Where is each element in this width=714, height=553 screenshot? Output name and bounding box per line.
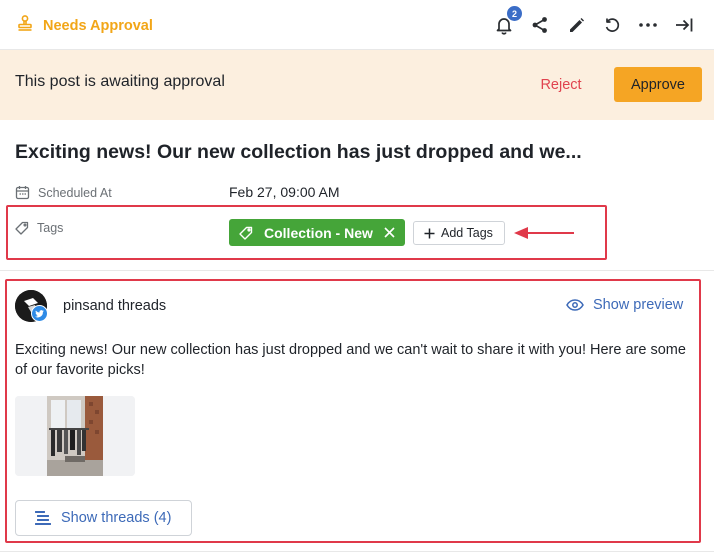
more-options-button[interactable] (637, 14, 659, 36)
show-preview-link[interactable]: Show preview (566, 297, 683, 313)
bottom-divider (0, 551, 714, 552)
calendar-icon (15, 186, 30, 200)
plus-icon (424, 228, 435, 238)
twitter-badge (31, 305, 48, 322)
close-icon (384, 227, 395, 238)
account-name: pinsand threads (63, 298, 167, 314)
tag-icon (239, 226, 253, 240)
share-icon (532, 17, 547, 33)
twitter-bird-icon (35, 309, 44, 317)
add-tags-button[interactable]: Add Tags (413, 221, 505, 245)
store-photo-icon (15, 396, 135, 476)
tag-chip[interactable]: Collection - New (229, 219, 405, 246)
tags-label: Tags (37, 221, 64, 235)
edit-button[interactable] (565, 14, 587, 36)
status-label: Needs Approval (43, 17, 153, 34)
tags-label-row: Tags (15, 221, 63, 235)
scheduled-at-value: Feb 27, 09:00 AM (229, 184, 340, 200)
collapse-panel-button[interactable] (673, 14, 695, 36)
collapse-right-icon (676, 18, 693, 32)
approval-banner: This post is awaiting approval (0, 50, 714, 120)
post-title: Exciting news! Our new collection has ju… (15, 141, 582, 163)
show-threads-button[interactable]: Show threads (4) (15, 500, 192, 536)
show-preview-label: Show preview (593, 297, 684, 313)
tag-chip-label: Collection - New (264, 224, 373, 241)
notification-count-badge: 2 (507, 6, 522, 21)
scheduled-at-label-row: Scheduled At (15, 185, 112, 200)
share-button[interactable] (529, 14, 551, 36)
undo-icon (605, 17, 619, 32)
post-header: Needs Approval 2 (0, 0, 714, 50)
pencil-icon (569, 17, 584, 32)
media-thumbnail[interactable] (15, 396, 135, 476)
threads-list-icon (35, 511, 51, 525)
eye-icon (566, 299, 584, 311)
stamp-icon (16, 14, 34, 37)
remove-tag-button[interactable] (384, 227, 395, 238)
more-horizontal-icon (639, 23, 657, 27)
post-body-text: Exciting news! Our new collection has ju… (15, 342, 686, 378)
show-threads-label: Show threads (4) (61, 510, 172, 526)
scheduled-at-label: Scheduled At (38, 185, 112, 200)
approve-button[interactable]: Approve (614, 67, 702, 102)
reject-button[interactable]: Reject (528, 73, 594, 97)
undo-button[interactable] (601, 14, 623, 36)
tag-icon (15, 221, 29, 235)
section-divider (0, 270, 714, 271)
arrow-annotation-icon (514, 227, 574, 239)
approval-status: Needs Approval (16, 14, 153, 37)
approval-message: This post is awaiting approval (15, 73, 225, 90)
add-tags-label: Add Tags (441, 226, 493, 240)
